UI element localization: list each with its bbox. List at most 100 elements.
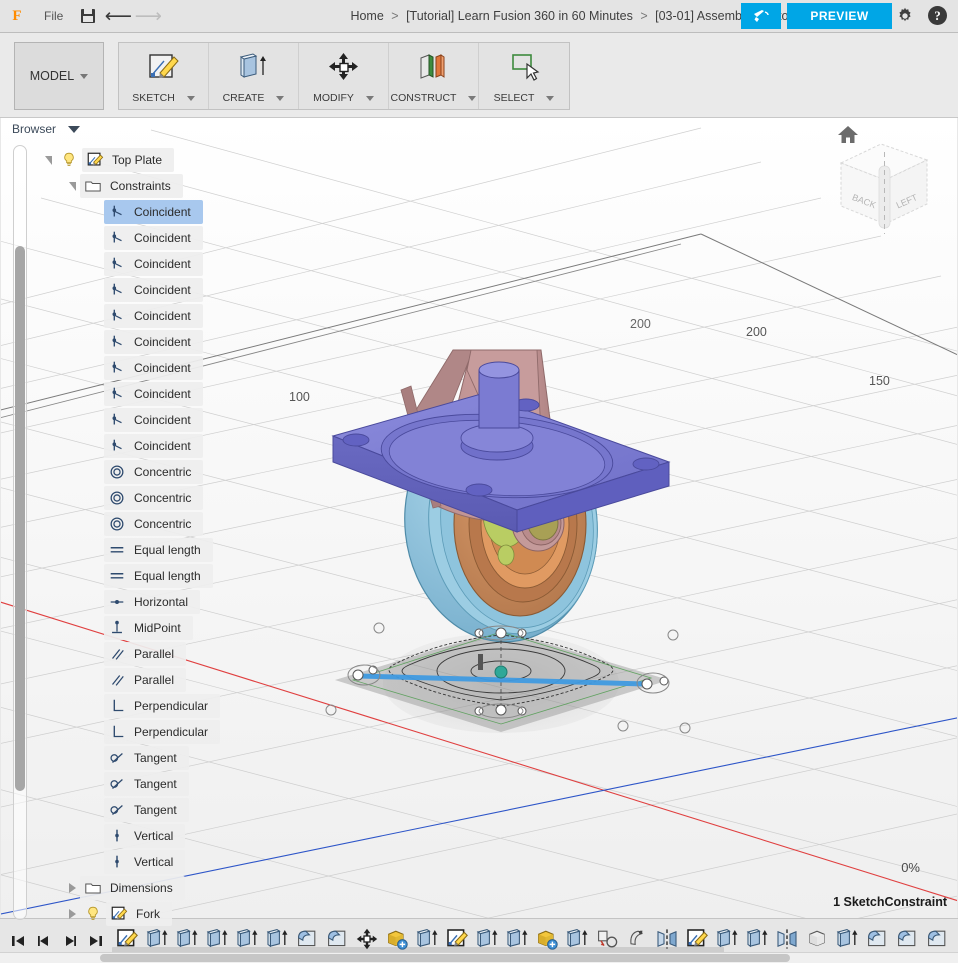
- folder-icon: [80, 174, 106, 198]
- viewcube[interactable]: BACK LEFT: [819, 118, 949, 243]
- tree-item-coincident[interactable]: Coincident: [40, 355, 220, 381]
- timeline-feature-mirror[interactable]: [652, 923, 682, 955]
- tree-item-constraints[interactable]: Constraints: [40, 173, 220, 199]
- timeline-feature-move[interactable]: [352, 923, 382, 955]
- visibility-bulb-icon[interactable]: [56, 148, 82, 172]
- preview-button[interactable]: PREVIEW: [787, 3, 892, 29]
- tree-item-equal-length[interactable]: Equal length: [40, 537, 220, 563]
- browser-scrollbar-thumb[interactable]: [15, 246, 25, 791]
- tree-item-coincident[interactable]: Coincident: [40, 199, 220, 225]
- expander-down-icon[interactable]: [64, 174, 80, 198]
- visibility-bulb-icon[interactable]: [80, 902, 106, 926]
- tree-item-coincident[interactable]: Coincident: [40, 251, 220, 277]
- timeline-feature-extrude[interactable]: [742, 923, 772, 955]
- timeline-feature-extrude[interactable]: [502, 923, 532, 955]
- tree-item-concentric[interactable]: Concentric: [40, 459, 220, 485]
- viewcube-graphic[interactable]: BACK LEFT: [819, 118, 949, 243]
- timeline-feature-extrude[interactable]: [832, 923, 862, 955]
- coincident-icon: [104, 278, 130, 302]
- ribbon-group-modify[interactable]: MODIFY: [299, 43, 389, 109]
- vertical-icon: [104, 824, 130, 848]
- timeline-feature-extrude[interactable]: [142, 923, 172, 955]
- browser-header[interactable]: Browser: [12, 122, 81, 136]
- tree-item-coincident[interactable]: Coincident: [40, 277, 220, 303]
- timeline-feature-fillet[interactable]: [322, 923, 352, 955]
- timeline-feature-mirror[interactable]: [772, 923, 802, 955]
- tree-item-midpoint[interactable]: MidPoint: [40, 615, 220, 641]
- timeline-feature-extrude[interactable]: [412, 923, 442, 955]
- browser-scrollbar[interactable]: [13, 145, 27, 920]
- timeline-feature-joint[interactable]: [592, 923, 622, 955]
- timeline-hscrollbar[interactable]: [0, 952, 958, 963]
- timeline-feature-extrude[interactable]: [562, 923, 592, 955]
- tree-item-vertical[interactable]: Vertical: [40, 823, 220, 849]
- timeline-feature-fillet[interactable]: [862, 923, 892, 955]
- tree-item-parallel[interactable]: Parallel: [40, 641, 220, 667]
- chevron-down-icon[interactable]: [365, 95, 374, 101]
- ribbon-group-construct[interactable]: CONSTRUCT: [389, 43, 479, 109]
- tree-item-equal-length[interactable]: Equal length: [40, 563, 220, 589]
- tree-item-concentric[interactable]: Concentric: [40, 485, 220, 511]
- tree-item-coincident[interactable]: Coincident: [40, 303, 220, 329]
- timeline-feature-revolve[interactable]: [622, 923, 652, 955]
- tree-item-top-plate[interactable]: Top Plate: [40, 147, 220, 173]
- tree-item-tangent[interactable]: Tangent: [40, 797, 220, 823]
- ribbon-group-select[interactable]: SELECT: [479, 43, 569, 109]
- timeline-feature-fillet[interactable]: [922, 923, 952, 955]
- timeline-feature-extrude[interactable]: [202, 923, 232, 955]
- ribbon-group-create[interactable]: CREATE: [209, 43, 299, 109]
- timeline-feature-sketch[interactable]: [112, 923, 142, 955]
- tree-item-parallel[interactable]: Parallel: [40, 667, 220, 693]
- fusion360-window: F File ⟵ ⟶ Home > [Tutorial] Learn Fusio…: [0, 0, 958, 963]
- timeline-feature-extrude[interactable]: [472, 923, 502, 955]
- tree-item-vertical[interactable]: Vertical: [40, 849, 220, 875]
- chevron-down-icon[interactable]: [546, 95, 555, 101]
- timeline-feature-fillet[interactable]: [952, 923, 958, 955]
- timeline-hscrollbar-thumb[interactable]: [100, 954, 790, 962]
- tree-item-horizontal[interactable]: Horizontal: [40, 589, 220, 615]
- tree-item-perpendicular[interactable]: Perpendicular: [40, 719, 221, 745]
- breadcrumb-item-home[interactable]: Home: [350, 9, 383, 23]
- sketch-icon: [146, 49, 182, 85]
- timeline-feature-new-component[interactable]: [382, 923, 412, 955]
- ribbon-label-construct: CONSTRUCT: [390, 92, 457, 104]
- chevron-down-icon[interactable]: [468, 95, 477, 101]
- tree-item-dimensions[interactable]: Dimensions: [40, 875, 220, 901]
- timeline-feature-fillet[interactable]: [292, 923, 322, 955]
- timeline-feature-sketch[interactable]: [682, 923, 712, 955]
- timeline-feature-extrude[interactable]: [262, 923, 292, 955]
- tree-item-coincident[interactable]: Coincident: [40, 433, 220, 459]
- expander-right-icon[interactable]: [64, 876, 80, 900]
- ribbon-group-sketch[interactable]: SKETCH: [119, 43, 209, 109]
- workspace-switcher[interactable]: MODEL: [14, 42, 104, 110]
- tree-item-coincident[interactable]: Coincident: [40, 381, 220, 407]
- chevron-down-icon[interactable]: [68, 125, 81, 133]
- timeline-feature-extrude[interactable]: [232, 923, 262, 955]
- undo-icon[interactable]: ⟵: [103, 0, 133, 33]
- help-icon[interactable]: ?: [928, 6, 947, 25]
- timeline-feature-new-component[interactable]: [532, 923, 562, 955]
- tree-item-coincident[interactable]: Coincident: [40, 329, 220, 355]
- save-icon[interactable]: [73, 0, 103, 33]
- megaphone-icon[interactable]: [741, 3, 781, 29]
- timeline-feature-box[interactable]: [802, 923, 832, 955]
- tree-item-coincident[interactable]: Coincident: [40, 225, 220, 251]
- chevron-down-icon[interactable]: [276, 95, 285, 101]
- timeline-feature-extrude[interactable]: [712, 923, 742, 955]
- expander-down-icon[interactable]: [40, 148, 56, 172]
- expander-right-icon[interactable]: [64, 902, 80, 926]
- tree-item-coincident[interactable]: Coincident: [40, 407, 220, 433]
- chevron-down-icon[interactable]: [186, 95, 195, 101]
- breadcrumb-item-tutorial[interactable]: [Tutorial] Learn Fusion 360 in 60 Minute…: [406, 9, 633, 23]
- tree-item-tangent[interactable]: Tangent: [40, 771, 220, 797]
- tree-item-tangent[interactable]: Tangent: [40, 745, 220, 771]
- timeline-feature-fillet[interactable]: [892, 923, 922, 955]
- timeline-feature-sketch[interactable]: [442, 923, 472, 955]
- tree-item-fork[interactable]: Fork: [40, 901, 220, 927]
- tree-item-perpendicular[interactable]: Perpendicular: [40, 693, 221, 719]
- timeline-feature-extrude[interactable]: [172, 923, 202, 955]
- tree-item-concentric[interactable]: Concentric: [40, 511, 220, 537]
- file-menu-button[interactable]: File: [34, 9, 73, 23]
- gear-icon[interactable]: [896, 7, 914, 28]
